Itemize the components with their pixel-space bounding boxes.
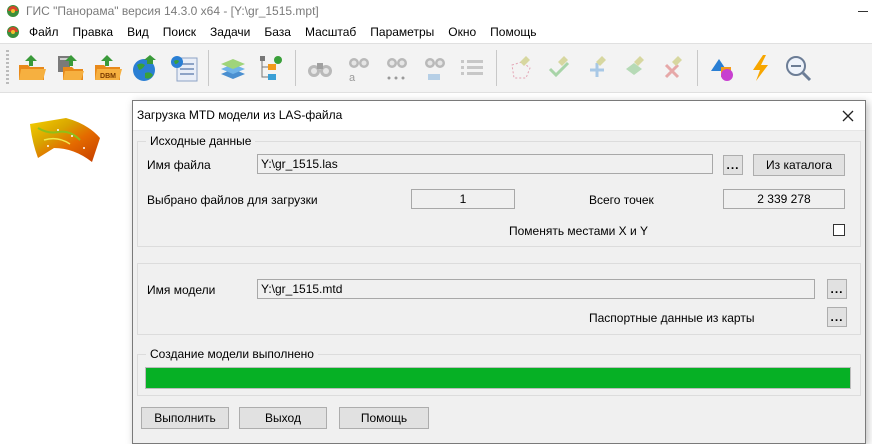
help-button[interactable]: Помощь <box>339 407 429 429</box>
search-selection-button[interactable] <box>418 50 450 86</box>
menu-tasks[interactable]: Задачи <box>203 22 257 42</box>
menu-help[interactable]: Помощь <box>483 22 543 42</box>
file-name-label: Имя файла <box>147 158 211 172</box>
app-logo-icon <box>6 4 20 18</box>
select-copy-icon <box>626 56 644 75</box>
search-text-button[interactable]: a <box>342 50 374 86</box>
list-button[interactable] <box>456 50 488 86</box>
toolbar-separator <box>208 50 209 86</box>
globe-button[interactable] <box>130 50 162 86</box>
shapes-3d-icon <box>711 59 733 81</box>
close-icon <box>842 110 854 121</box>
layers-icon <box>221 59 245 79</box>
layers-button[interactable] <box>217 50 249 86</box>
select-area-button[interactable] <box>505 50 537 86</box>
dialog-titlebar[interactable]: Загрузка MTD модели из LAS-файла <box>133 101 865 131</box>
main-toolbar: DBM a <box>0 43 872 93</box>
map-document-button[interactable] <box>168 50 200 86</box>
select-copy-button[interactable] <box>619 50 651 86</box>
browse-file-button[interactable]: ... <box>723 155 743 175</box>
model-name-label: Имя модели <box>147 283 216 297</box>
select-delete-icon <box>664 56 682 79</box>
swap-xy-checkbox[interactable] <box>833 224 845 236</box>
selected-files-label: Выбрано файлов для загрузки <box>147 193 318 207</box>
source-data-legend: Исходные данные <box>146 134 256 148</box>
search-points-button[interactable] <box>380 50 412 86</box>
select-check-button[interactable] <box>543 50 575 86</box>
map-document-icon <box>171 56 198 82</box>
minimize-button[interactable] <box>854 0 872 22</box>
open-dbm-icon: DBM <box>95 55 122 80</box>
menu-edit[interactable]: Правка <box>66 22 121 42</box>
binoculars-points-icon <box>387 58 407 80</box>
progress-fill <box>146 368 850 388</box>
window-title: ГИС "Панорама" версия 14.3.0 x64 - [Y:\g… <box>26 4 319 18</box>
menu-bar: Файл Правка Вид Поиск Задачи База Масшта… <box>0 22 872 42</box>
svg-text:a: a <box>349 72 356 83</box>
from-catalog-button[interactable]: Из каталога <box>753 154 845 176</box>
open-folder-icon <box>19 55 46 80</box>
select-delete-button[interactable] <box>657 50 689 86</box>
terrain-map-thumbnail <box>30 118 100 162</box>
menu-parameters[interactable]: Параметры <box>363 22 441 42</box>
menu-view[interactable]: Вид <box>120 22 156 42</box>
select-add-button[interactable] <box>581 50 613 86</box>
binoculars-icon <box>308 63 332 77</box>
browse-model-button[interactable]: ... <box>827 279 847 299</box>
run-button[interactable]: Выполнить <box>141 407 229 429</box>
status-legend: Создание модели выполнено <box>146 347 318 361</box>
toolbar-separator <box>496 50 497 86</box>
menu-scale[interactable]: Масштаб <box>298 22 363 42</box>
file-name-field[interactable]: Y:\gr_1515.las <box>257 154 713 174</box>
svg-text:DBM: DBM <box>100 73 116 80</box>
tree-list-icon <box>260 56 282 80</box>
minimize-icon <box>858 10 868 12</box>
open-dbm-button[interactable]: DBM <box>92 50 124 86</box>
toolbar-separator <box>697 50 698 86</box>
lightning-button[interactable] <box>744 50 776 86</box>
binoculars-selection-icon <box>425 58 445 80</box>
toolbar-grip[interactable] <box>6 50 9 86</box>
swap-xy-label: Поменять местами X и Y <box>509 224 649 238</box>
lightning-icon <box>753 55 768 81</box>
menu-base[interactable]: База <box>257 22 298 42</box>
tree-list-button[interactable] <box>255 50 287 86</box>
menu-window[interactable]: Окно <box>441 22 483 42</box>
search-binoculars-button[interactable] <box>304 50 336 86</box>
toolbar-separator <box>295 50 296 86</box>
open-data-icon <box>58 55 84 80</box>
menu-file[interactable]: Файл <box>22 22 66 42</box>
model-name-field[interactable]: Y:\gr_1515.mtd <box>257 279 815 299</box>
passport-data-button[interactable]: ... <box>827 307 847 327</box>
window-titlebar: ГИС "Панорама" версия 14.3.0 x64 - [Y:\g… <box>0 0 872 22</box>
select-add-icon <box>590 56 606 77</box>
las-import-dialog: Загрузка MTD модели из LAS-файла Исходны… <box>132 100 866 444</box>
binoculars-text-icon: a <box>349 58 369 83</box>
open-folder-button[interactable] <box>16 50 48 86</box>
zoom-icon <box>786 56 812 82</box>
total-points-value: 2 339 278 <box>723 189 845 209</box>
exit-button[interactable]: Выход <box>239 407 327 429</box>
select-check-icon <box>548 56 570 78</box>
select-area-icon <box>511 56 531 79</box>
dialog-title: Загрузка MTD модели из LAS-файла <box>137 108 343 122</box>
passport-data-label: Паспортные данные из карты <box>589 311 755 325</box>
globe-icon <box>133 55 156 81</box>
list-icon <box>461 60 483 75</box>
shapes-3d-button[interactable] <box>706 50 738 86</box>
open-data-button[interactable] <box>54 50 86 86</box>
progress-bar <box>145 367 851 389</box>
zoom-button[interactable] <box>782 50 814 86</box>
total-points-label: Всего точек <box>589 193 654 207</box>
dialog-close-button[interactable] <box>831 101 865 130</box>
selected-files-count: 1 <box>411 189 515 209</box>
menu-search[interactable]: Поиск <box>156 22 203 42</box>
map-preview[interactable] <box>28 118 102 166</box>
app-menu-icon[interactable] <box>6 25 20 39</box>
